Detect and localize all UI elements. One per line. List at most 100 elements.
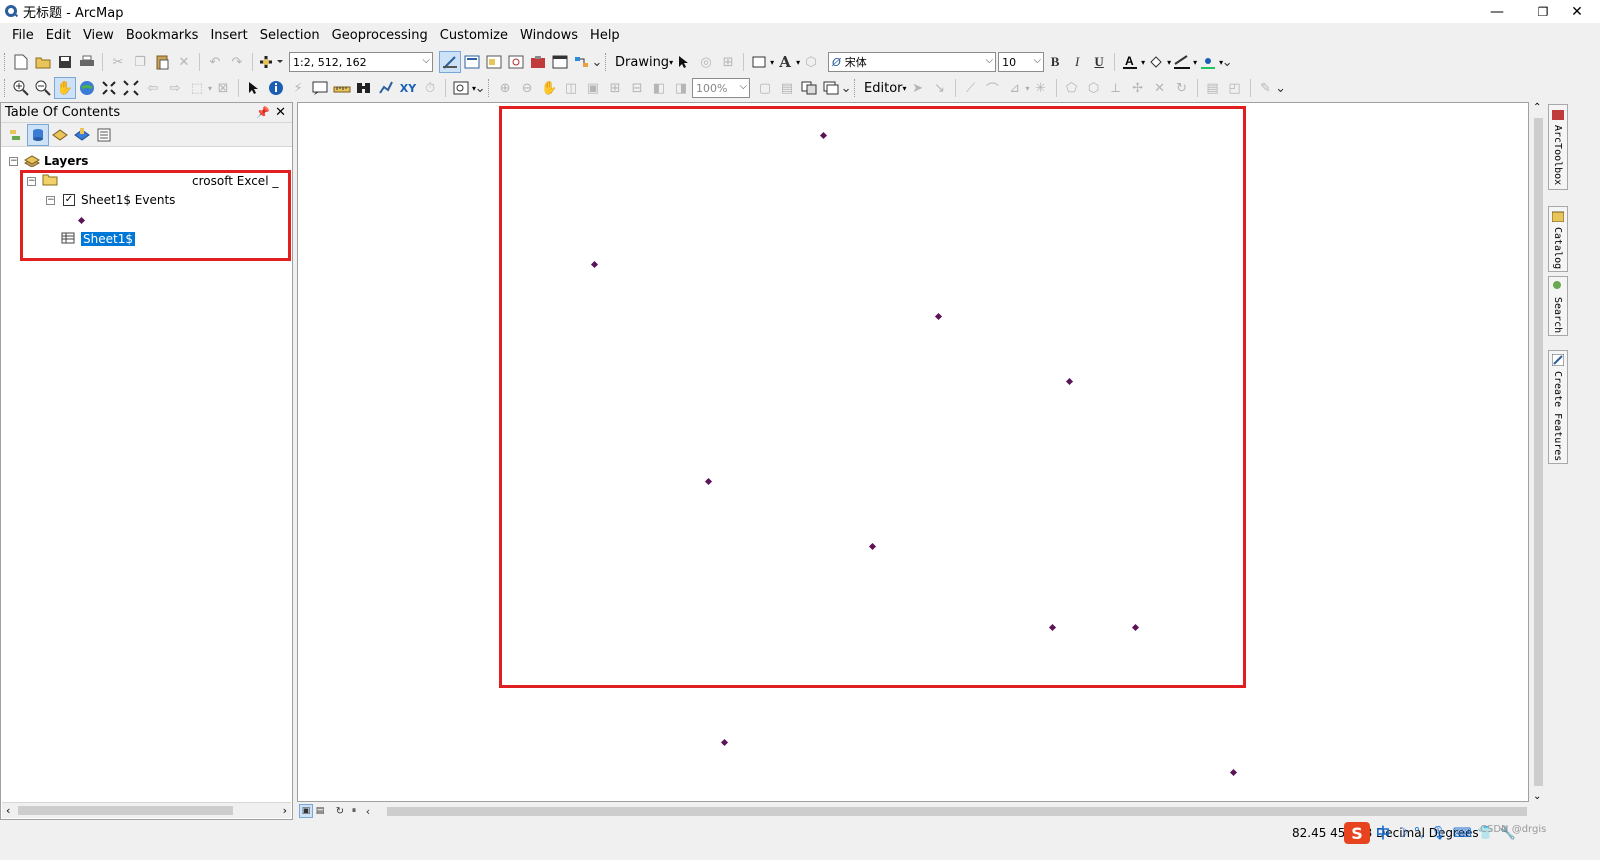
undo-icon[interactable]: ↶ bbox=[204, 51, 226, 73]
punctuation-icon[interactable]: °, bbox=[1414, 826, 1425, 841]
go-back-icon[interactable]: ⇦ bbox=[142, 77, 164, 99]
menu-view[interactable]: View bbox=[77, 25, 120, 47]
menu-bookmarks[interactable]: Bookmarks bbox=[120, 25, 205, 47]
paste-icon[interactable] bbox=[151, 51, 173, 73]
close-icon[interactable]: ✕ bbox=[275, 105, 286, 120]
sketch-properties-icon[interactable]: ↻ bbox=[1171, 77, 1193, 99]
trace-icon[interactable]: ⊿ bbox=[1004, 77, 1026, 99]
toolbar-overflow-icon[interactable]: ⌄ bbox=[841, 77, 852, 99]
cut-icon[interactable]: ✂ bbox=[107, 51, 129, 73]
scroll-left-icon[interactable]: ‹ bbox=[361, 804, 375, 818]
fixed-zoom-in-icon[interactable] bbox=[98, 77, 120, 99]
edit-annotation-icon[interactable]: ↘ bbox=[929, 77, 951, 99]
clear-selection-icon[interactable]: ⊠ bbox=[212, 77, 234, 99]
cut-polygons-icon[interactable]: ⟂ bbox=[1105, 77, 1127, 99]
full-extent-icon[interactable] bbox=[76, 77, 98, 99]
focus-data-frame-icon[interactable]: ▤ bbox=[776, 77, 798, 99]
toc-options-icon[interactable] bbox=[93, 124, 115, 146]
toolbar-overflow-icon[interactable]: ⌄ bbox=[475, 77, 486, 99]
rotate-tool-icon[interactable]: ✕ bbox=[1149, 77, 1171, 99]
toolbar-overflow-icon[interactable]: ⌄ bbox=[1275, 77, 1286, 99]
zoom-whole-page-icon[interactable]: ◫ bbox=[560, 77, 582, 99]
collapse-icon[interactable]: − bbox=[9, 156, 18, 166]
menu-geoprocessing[interactable]: Geoprocessing bbox=[326, 25, 434, 47]
toggle-draft-mode-icon[interactable]: ▢ bbox=[754, 77, 776, 99]
search-window-icon[interactable] bbox=[505, 51, 527, 73]
list-by-selection-icon[interactable] bbox=[71, 124, 93, 146]
select-features-icon[interactable]: ⬚ bbox=[186, 77, 208, 99]
drawing-menu[interactable]: Drawing bbox=[611, 55, 673, 70]
layout-view-icon[interactable] bbox=[461, 51, 483, 73]
zoom-in-icon[interactable] bbox=[10, 77, 32, 99]
italic-button[interactable]: I bbox=[1066, 51, 1088, 73]
ime-language-toggle[interactable]: 中 bbox=[1376, 823, 1390, 843]
toolbar-grip[interactable] bbox=[4, 53, 7, 71]
print-icon[interactable] bbox=[76, 51, 98, 73]
find-icon[interactable] bbox=[353, 77, 375, 99]
rotate-icon[interactable]: ◎ bbox=[695, 51, 717, 73]
layout-zoom-in-icon[interactable]: ⊕ bbox=[494, 77, 516, 99]
pause-drawing-icon[interactable]: ⏸ bbox=[347, 804, 361, 818]
create-features-icon[interactable]: ✎ bbox=[1255, 77, 1277, 99]
editor-menu[interactable]: Editor bbox=[860, 81, 906, 96]
menu-selection[interactable]: Selection bbox=[254, 25, 326, 47]
rectangle-tool-icon[interactable] bbox=[748, 51, 770, 73]
add-data-icon[interactable] bbox=[257, 51, 287, 73]
search-tab[interactable]: Search bbox=[1548, 276, 1568, 336]
toolbar-grip[interactable] bbox=[854, 79, 857, 97]
go-to-xy-icon[interactable]: XY bbox=[397, 77, 419, 99]
save-icon[interactable] bbox=[54, 51, 76, 73]
menu-insert[interactable]: Insert bbox=[204, 25, 253, 47]
point-tool-icon[interactable]: ✳ bbox=[1030, 77, 1052, 99]
map-horizontal-scroll-thumb[interactable] bbox=[387, 807, 1527, 816]
scroll-right-icon[interactable]: › bbox=[283, 804, 287, 817]
menu-windows[interactable]: Windows bbox=[514, 25, 584, 47]
arctoolbox-icon[interactable] bbox=[527, 51, 549, 73]
catalog-tab[interactable]: Catalog bbox=[1548, 206, 1568, 272]
font-color-icon[interactable]: A bbox=[1119, 51, 1141, 73]
menu-customize[interactable]: Customize bbox=[434, 25, 514, 47]
scroll-thumb[interactable] bbox=[1534, 118, 1543, 786]
create-features-tab[interactable]: Create Features bbox=[1548, 350, 1568, 464]
copy-icon[interactable]: ❐ bbox=[129, 51, 151, 73]
menu-file[interactable]: File bbox=[6, 25, 40, 47]
data-view-icon[interactable]: ▣ bbox=[299, 804, 313, 818]
zoom-to-selected-elements-icon[interactable]: ⊞ bbox=[717, 51, 739, 73]
edit-vertices-icon[interactable]: ⬡ bbox=[800, 51, 822, 73]
toc-horizontal-scrollbar[interactable]: ‹ › bbox=[2, 802, 291, 818]
model-builder-icon[interactable] bbox=[571, 51, 593, 73]
layout-view-tab-icon[interactable]: ▤ bbox=[313, 804, 327, 818]
arctoolbox-tab[interactable]: ArcToolbox bbox=[1548, 104, 1568, 190]
half-width-moon-icon[interactable]: ☽ bbox=[1396, 826, 1408, 841]
bold-button[interactable]: B bbox=[1044, 51, 1066, 73]
layout-pan-icon[interactable]: ✋ bbox=[538, 77, 560, 99]
close-button[interactable]: ✕ bbox=[1554, 0, 1600, 23]
tree-root-layers[interactable]: − Layers bbox=[9, 152, 88, 170]
measure-icon[interactable] bbox=[331, 77, 353, 99]
scroll-thumb[interactable] bbox=[18, 806, 233, 815]
time-slider-icon[interactable]: ⏱ bbox=[419, 77, 441, 99]
select-elements-icon[interactable] bbox=[673, 51, 695, 73]
redo-icon[interactable]: ↷ bbox=[226, 51, 248, 73]
data-driven-pages-icon[interactable] bbox=[820, 77, 842, 99]
python-window-icon[interactable] bbox=[549, 51, 571, 73]
zoom-percent-combo[interactable]: 100% ⌵ bbox=[692, 78, 751, 98]
toolbar-grip[interactable] bbox=[4, 79, 7, 97]
map-vertical-scrollbar[interactable]: ⌃ ⌄ bbox=[1530, 102, 1546, 802]
toolbar-overflow-icon[interactable]: ⌄ bbox=[1222, 51, 1233, 73]
straight-segment-icon[interactable]: ⟋ bbox=[960, 77, 982, 99]
fill-color-icon[interactable] bbox=[1145, 51, 1167, 73]
create-viewer-window-icon[interactable] bbox=[450, 77, 472, 99]
layout-forward-icon[interactable]: ◨ bbox=[670, 77, 692, 99]
fixed-zoom-out-icon[interactable] bbox=[120, 77, 142, 99]
list-by-drawing-order-icon[interactable] bbox=[5, 124, 27, 146]
scroll-up-icon[interactable]: ⌃ bbox=[1533, 102, 1541, 113]
layout-back-icon[interactable]: ◧ bbox=[648, 77, 670, 99]
select-element-arrow-icon[interactable] bbox=[243, 77, 265, 99]
font-name-combo[interactable]: Ø 宋体 ⌵ bbox=[828, 52, 997, 72]
split-tool-icon[interactable]: ✢ bbox=[1127, 77, 1149, 99]
map-scale-combo[interactable]: 1:2, 512, 162 ⌵ bbox=[289, 52, 433, 72]
list-by-source-icon[interactable] bbox=[27, 123, 49, 146]
map-point[interactable] bbox=[1229, 768, 1238, 777]
scroll-down-icon[interactable]: ⌄ bbox=[1533, 791, 1541, 802]
